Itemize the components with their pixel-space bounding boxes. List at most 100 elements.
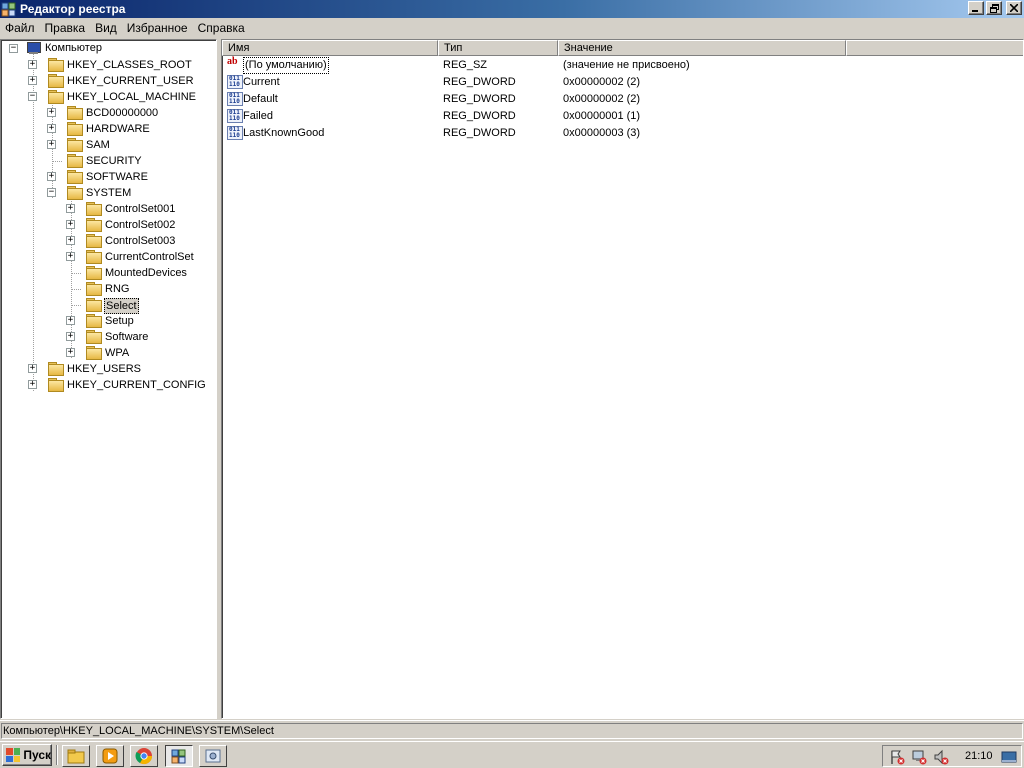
explorer-quicklaunch-button[interactable] (62, 745, 90, 767)
binary-value-icon: 011 110 (227, 126, 243, 140)
tree-item-controlset003[interactable]: ControlSet003 (104, 234, 176, 248)
start-label: Пуск (23, 748, 51, 762)
menu-favorites[interactable]: Избранное (122, 18, 193, 38)
tree-item-software-sub[interactable]: Software (104, 330, 149, 344)
tree-item-hardware[interactable]: HARDWARE (85, 122, 151, 136)
tree-connector (71, 289, 81, 290)
list-row[interactable]: 011 110 Failed REG_DWORD 0x00000001 (1) (222, 108, 1023, 125)
list-row[interactable]: 011 110 LastKnownGood REG_DWORD 0x00000003 (… (222, 125, 1023, 142)
tree-item-hku[interactable]: HKEY_USERS (66, 362, 142, 376)
tree-item-bcd[interactable]: BCD00000000 (85, 106, 159, 120)
action-center-flag-icon[interactable] (889, 749, 905, 765)
menu-view[interactable]: Вид (90, 18, 122, 38)
title-bar[interactable]: Редактор реестра (0, 0, 1024, 18)
folder-icon (85, 346, 102, 360)
tree-item-select[interactable]: Select (104, 298, 139, 314)
value-type: REG_DWORD (443, 93, 516, 105)
folder-icon (66, 138, 83, 152)
secondary-taskbar-button[interactable] (199, 745, 227, 767)
values-list[interactable]: Имя Тип Значение ab (По умолчанию) REG_SZ (… (221, 39, 1024, 719)
tree-expander-bcd[interactable]: + (47, 108, 56, 117)
value-data: 0x00000001 (1) (563, 110, 641, 122)
column-header-name[interactable]: Имя (222, 40, 438, 56)
tree-item-setup[interactable]: Setup (104, 314, 135, 328)
tree-expander-hklm[interactable]: − (28, 92, 37, 101)
value-name[interactable]: Current (243, 74, 280, 91)
status-path: Компьютер\HKEY_LOCAL_MACHINE\SYSTEM\Sele… (1, 723, 1023, 739)
windows-logo-icon (6, 748, 21, 762)
tree-item-system[interactable]: SYSTEM (85, 186, 132, 200)
value-name[interactable]: LastKnownGood (243, 125, 324, 142)
tree-expander-system[interactable]: − (47, 188, 56, 197)
tree-item-rng[interactable]: RNG (104, 282, 130, 296)
tree-item-mounteddevices[interactable]: MountedDevices (104, 266, 188, 280)
value-name[interactable]: Default (243, 91, 278, 108)
network-disconnected-icon[interactable] (911, 749, 927, 765)
value-type: REG_SZ (443, 59, 488, 71)
tree-expander-wpa[interactable]: + (66, 348, 75, 357)
tree-expander-sam[interactable]: + (47, 140, 56, 149)
tree-expander-software[interactable]: + (47, 172, 56, 181)
value-name[interactable]: (По умолчанию) (243, 57, 329, 74)
tree-expander-controlset002[interactable]: + (66, 220, 75, 229)
value-type: REG_DWORD (443, 110, 516, 122)
value-name[interactable]: Failed (243, 108, 273, 125)
minimize-button[interactable] (968, 1, 984, 15)
folder-icon (85, 314, 102, 328)
tree-item-software[interactable]: SOFTWARE (85, 170, 149, 184)
tree-expander-software-sub[interactable]: + (66, 332, 75, 341)
tree-expander-hkcc[interactable]: + (28, 380, 37, 389)
show-desktop-icon[interactable] (1001, 749, 1017, 765)
media-player-icon (102, 748, 118, 764)
volume-muted-icon[interactable] (933, 749, 949, 765)
tree-expander-root[interactable]: − (9, 44, 18, 53)
tree-expander-hardware[interactable]: + (47, 124, 56, 133)
list-row[interactable]: 011 110 Current REG_DWORD 0x00000002 (2) (222, 74, 1023, 91)
tree-expander-currentcontrolset[interactable]: + (66, 252, 75, 261)
menu-edit[interactable]: Правка (40, 18, 91, 38)
tree-expander-setup[interactable]: + (66, 316, 75, 325)
media-player-quicklaunch-button[interactable] (96, 745, 124, 767)
chrome-quicklaunch-button[interactable] (130, 745, 158, 767)
tree-expander-controlset003[interactable]: + (66, 236, 75, 245)
folder-icon (85, 282, 102, 296)
tree-expander-hku[interactable]: + (28, 364, 37, 373)
chrome-icon (135, 748, 153, 765)
tree-item-controlset002[interactable]: ControlSet002 (104, 218, 176, 232)
regedit-taskbar-button[interactable] (165, 745, 193, 767)
tree-item-hkcc[interactable]: HKEY_CURRENT_CONFIG (66, 378, 207, 392)
restore-button[interactable] (986, 1, 1002, 15)
binary-value-icon: 011 110 (227, 92, 243, 106)
tree-connector (71, 305, 81, 306)
folder-icon (85, 298, 102, 312)
taskbar: Пуск 21:10 (0, 741, 1024, 768)
tree-item-hklm[interactable]: HKEY_LOCAL_MACHINE (66, 90, 197, 104)
tree-item-security[interactable]: SECURITY (85, 154, 143, 168)
menu-help[interactable]: Справка (193, 18, 250, 38)
column-header-value[interactable]: Значение (558, 40, 846, 56)
tree-expander-controlset001[interactable]: + (66, 204, 75, 213)
value-type: REG_DWORD (443, 127, 516, 139)
folder-icon (66, 186, 83, 200)
list-row[interactable]: 011 110 Default REG_DWORD 0x00000002 (2) (222, 91, 1023, 108)
close-button[interactable] (1006, 1, 1022, 15)
menu-file[interactable]: Файл (0, 18, 40, 38)
tree-item-wpa[interactable]: WPA (104, 346, 130, 360)
folder-icon (47, 58, 64, 72)
folder-icon (66, 170, 83, 184)
tree-expander-hkcr[interactable]: + (28, 60, 37, 69)
clock[interactable]: 21:10 (965, 750, 993, 762)
tree-item-sam[interactable]: SAM (85, 138, 111, 152)
column-header-type[interactable]: Тип (438, 40, 558, 56)
list-header: Имя Тип Значение (222, 40, 1023, 56)
registry-tree[interactable]: − Компьютер + HKEY_CLASSES_ROOT + HKEY_CURR… (0, 39, 217, 719)
tree-item-currentcontrolset[interactable]: CurrentControlSet (104, 250, 195, 264)
list-row[interactable]: ab (По умолчанию) REG_SZ (значение не присв… (222, 57, 1023, 74)
tree-item-hkcr[interactable]: HKEY_CLASSES_ROOT (66, 58, 193, 72)
status-bar: Компьютер\HKEY_LOCAL_MACHINE\SYSTEM\Sele… (0, 720, 1024, 740)
start-button[interactable]: Пуск (2, 744, 52, 766)
tree-expander-hkcu[interactable]: + (28, 76, 37, 85)
tree-item-hkcu[interactable]: HKEY_CURRENT_USER (66, 74, 195, 88)
tree-item-computer[interactable]: Компьютер (44, 41, 103, 55)
tree-item-controlset001[interactable]: ControlSet001 (104, 202, 176, 216)
